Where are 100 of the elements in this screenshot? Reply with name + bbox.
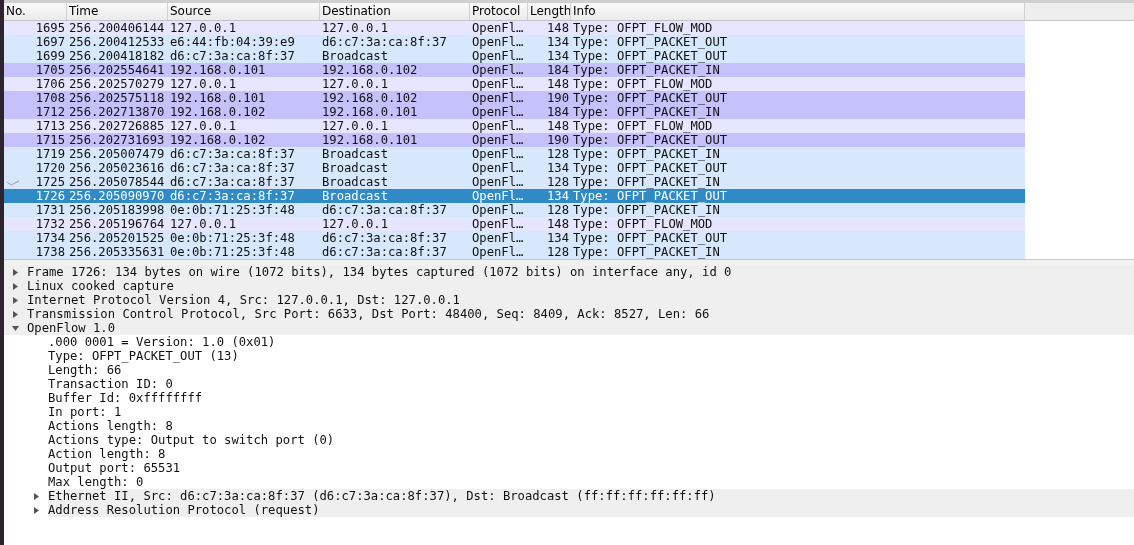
table-cell: Broadcast — [322, 147, 389, 161]
table-cell: 256.202713870 — [69, 105, 165, 119]
table-cell: 134 — [547, 161, 569, 175]
table-cell: 1720 — [35, 161, 65, 175]
table-cell: 192.168.0.101 — [322, 105, 418, 119]
tree-item-label: Transmission Control Protocol, Src Port: 6633, Dst Port: 48400, Seq: 8409, Ack: 8527, Len: 66 — [27, 307, 710, 321]
table-cell: 0e:0b:71:25:3f:48 — [170, 245, 295, 259]
tree-item[interactable]: Frame 1726: 134 bytes on wire (1072 bits), 134 bytes captured (1072 bits) on interface any, id 0 — [4, 265, 1134, 279]
packet-row[interactable]: 1731 256.205183998 0e:0b:71:25:3f:48 d6:c7:3a:ca:8f:37 OpenFl… 128 Type: OFPT_PACKET_IN — [4, 203, 1025, 217]
table-cell: Broadcast — [322, 161, 389, 175]
packet-row[interactable]: 1715 256.202731693 192.168.0.102 192.168.0.101 OpenFl… 190 Type: OFPT_PACKET_OUT — [4, 133, 1025, 147]
table-cell: 184 — [547, 63, 569, 77]
expander-icon[interactable] — [12, 268, 19, 276]
table-cell: 256.205007479 — [69, 147, 165, 161]
packet-row[interactable]: 1725 256.205078544 d6:c7:3a:ca:8f:37 Broadcast OpenFl… 128 Type: OFPT_PACKET_IN — [4, 175, 1025, 189]
table-cell: 1715 — [35, 133, 65, 147]
table-cell: 1732 — [35, 217, 65, 231]
column-header[interactable]: Source — [168, 3, 320, 20]
table-cell: 127.0.0.1 — [170, 119, 237, 133]
tree-item-label[interactable]: Address Resolution Protocol (request) — [48, 503, 1134, 517]
packet-row[interactable]: 1697 256.200412533 e6:44:fb:04:39:e9 d6:c7:3a:ca:8f:37 OpenFl… 134 Type: OFPT_PACKET_OUT — [4, 35, 1025, 49]
table-cell: 192.168.0.101 — [170, 91, 266, 105]
tree-item-label[interactable]: Ethernet II, Src: d6:c7:3a:ca:8f:37 (d6:c7:3a:ca:8f:37), Dst: Broadcast (ff:ff:ff:ff:ff:ff) — [48, 489, 1134, 503]
tree-item[interactable]: Internet Protocol Version 4, Src: 127.0.0.1, Dst: 127.0.0.1 — [4, 293, 1134, 307]
table-cell: 134 — [547, 231, 569, 245]
table-cell: e6:44:fb:04:39:e9 — [170, 35, 295, 49]
packet-row[interactable]: 1705 256.202554641 192.168.0.101 192.168.0.102 OpenFl… 184 Type: OFPT_PACKET_IN — [4, 63, 1025, 77]
expander-icon[interactable] — [33, 492, 40, 500]
table-cell: 1697 — [35, 35, 65, 49]
packet-row[interactable]: 1695 256.200406144 127.0.0.1 127.0.0.1 OpenFl… 148 Type: OFPT_FLOW_MOD — [4, 21, 1025, 35]
table-cell: Type: OFPT_PACKET_IN — [573, 245, 720, 259]
column-header[interactable]: No. — [4, 3, 67, 20]
table-cell: 127.0.0.1 — [322, 217, 389, 231]
table-cell: 1734 — [35, 231, 65, 245]
tree-item-label[interactable]: Actions type: Output to switch port (0) — [48, 433, 335, 447]
packet-row[interactable]: 1713 256.202726885 127.0.0.1 127.0.0.1 OpenFl… 148 Type: OFPT_FLOW_MOD — [4, 119, 1025, 133]
tree-item-label[interactable]: Type: OFPT_PACKET_OUT (13) — [48, 349, 239, 363]
tree-item[interactable]: Transmission Control Protocol, Src Port: 6633, Dst Port: 48400, Seq: 8409, Ack: 8527, Len: 66 — [4, 307, 1134, 321]
tree-item-label[interactable]: Actions length: 8 — [48, 419, 173, 433]
column-header[interactable]: Protocol — [470, 3, 528, 20]
table-cell: 256.205196764 — [69, 217, 165, 231]
table-cell: OpenFl… — [472, 147, 524, 161]
column-header[interactable]: Length — [528, 3, 571, 20]
table-cell: Broadcast — [322, 49, 389, 63]
table-cell: OpenFl… — [472, 105, 524, 119]
packet-row[interactable]: 1738 256.205335631 0e:0b:71:25:3f:48 d6:c7:3a:ca:8f:37 OpenFl… 128 Type: OFPT_PACKET_IN — [4, 245, 1025, 259]
tree-item-label[interactable]: Length: 66 — [48, 363, 122, 377]
table-cell: 148 — [547, 21, 569, 35]
packet-row[interactable]: 1708 256.202575118 192.168.0.101 192.168.0.102 OpenFl… 190 Type: OFPT_PACKET_OUT — [4, 91, 1025, 105]
tree-item-label[interactable]: Action length: 8 — [48, 447, 166, 461]
table-cell: 256.200412533 — [69, 35, 165, 49]
tree-item-label[interactable]: Max length: 0 — [48, 475, 144, 489]
expander-icon[interactable] — [12, 324, 19, 332]
table-cell: 256.202575118 — [69, 91, 165, 105]
table-cell: d6:c7:3a:ca:8f:37 — [322, 245, 447, 259]
table-cell: 256.202731693 — [69, 133, 165, 147]
table-cell: 148 — [547, 77, 569, 91]
tree-item-label[interactable]: In port: 1 — [48, 405, 122, 419]
table-cell: 192.168.0.102 — [322, 63, 418, 77]
expander-icon[interactable] — [12, 282, 19, 290]
tree-item-label[interactable]: Output port: 65531 — [48, 461, 181, 475]
packet-row[interactable]: 1712 256.202713870 192.168.0.102 192.168.0.101 OpenFl… 184 Type: OFPT_PACKET_IN — [4, 105, 1025, 119]
table-cell: 190 — [547, 133, 569, 147]
table-cell: OpenFl… — [472, 133, 524, 147]
table-cell: Type: OFPT_FLOW_MOD — [573, 21, 713, 35]
table-cell: 192.168.0.102 — [170, 133, 266, 147]
tree-item[interactable]: Linux cooked capture — [4, 279, 1134, 293]
tree-item-label[interactable]: .000 0001 = Version: 1.0 (0x01) — [48, 335, 276, 349]
table-cell: 256.202570279 — [69, 77, 165, 91]
table-cell: OpenFl… — [472, 91, 524, 105]
table-cell: Type: OFPT_PACKET_IN — [573, 63, 720, 77]
table-cell: 192.168.0.101 — [170, 63, 266, 77]
packet-row[interactable]: 1720 256.205023616 d6:c7:3a:ca:8f:37 Broadcast OpenFl… 134 Type: OFPT_PACKET_OUT — [4, 161, 1025, 175]
column-header[interactable]: Destination — [320, 3, 470, 20]
table-cell: 184 — [547, 105, 569, 119]
packet-row[interactable]: 1699 256.200418182 d6:c7:3a:ca:8f:37 Broadcast OpenFl… 134 Type: OFPT_PACKET_OUT — [4, 49, 1025, 63]
column-header[interactable]: Time — [67, 3, 168, 20]
tree-item[interactable]: OpenFlow 1.0 — [4, 321, 1134, 335]
table-cell: Type: OFPT_PACKET_OUT — [573, 91, 728, 105]
table-cell: OpenFl… — [472, 217, 524, 231]
table-cell: OpenFl… — [472, 175, 524, 189]
expander-icon[interactable] — [12, 296, 19, 304]
table-cell: 1731 — [35, 203, 65, 217]
table-cell: 0e:0b:71:25:3f:48 — [170, 203, 295, 217]
packet-row[interactable]: 1719 256.205007479 d6:c7:3a:ca:8f:37 Broadcast OpenFl… 128 Type: OFPT_PACKET_IN — [4, 147, 1025, 161]
table-cell: 128 — [547, 147, 569, 161]
table-cell: 1726 — [35, 189, 65, 203]
table-cell: 148 — [547, 119, 569, 133]
expander-icon[interactable] — [33, 506, 40, 514]
tree-item-label: Internet Protocol Version 4, Src: 127.0.0.1, Dst: 127.0.0.1 — [27, 293, 460, 307]
tree-item-label[interactable]: Buffer Id: 0xffffffff — [48, 391, 203, 405]
packet-row[interactable]: 1726 256.205090970 d6:c7:3a:ca:8f:37 Broadcast OpenFl… 134 Type: OFPT_PACKET_OUT — [4, 189, 1025, 203]
packet-row[interactable]: 1734 256.205201525 0e:0b:71:25:3f:48 d6:c7:3a:ca:8f:37 OpenFl… 134 Type: OFPT_PACKET_OUT — [4, 231, 1025, 245]
tree-item-label[interactable]: Transaction ID: 0 — [48, 377, 173, 391]
packet-row[interactable]: 1732 256.205196764 127.0.0.1 127.0.0.1 OpenFl… 148 Type: OFPT_FLOW_MOD — [4, 217, 1025, 231]
expander-icon[interactable] — [12, 310, 19, 318]
table-cell: Type: OFPT_PACKET_OUT — [573, 231, 728, 245]
table-cell: 1695 — [35, 21, 65, 35]
packet-row[interactable]: 1706 256.202570279 127.0.0.1 127.0.0.1 OpenFl… 148 Type: OFPT_FLOW_MOD — [4, 77, 1025, 91]
table-cell: 190 — [547, 91, 569, 105]
